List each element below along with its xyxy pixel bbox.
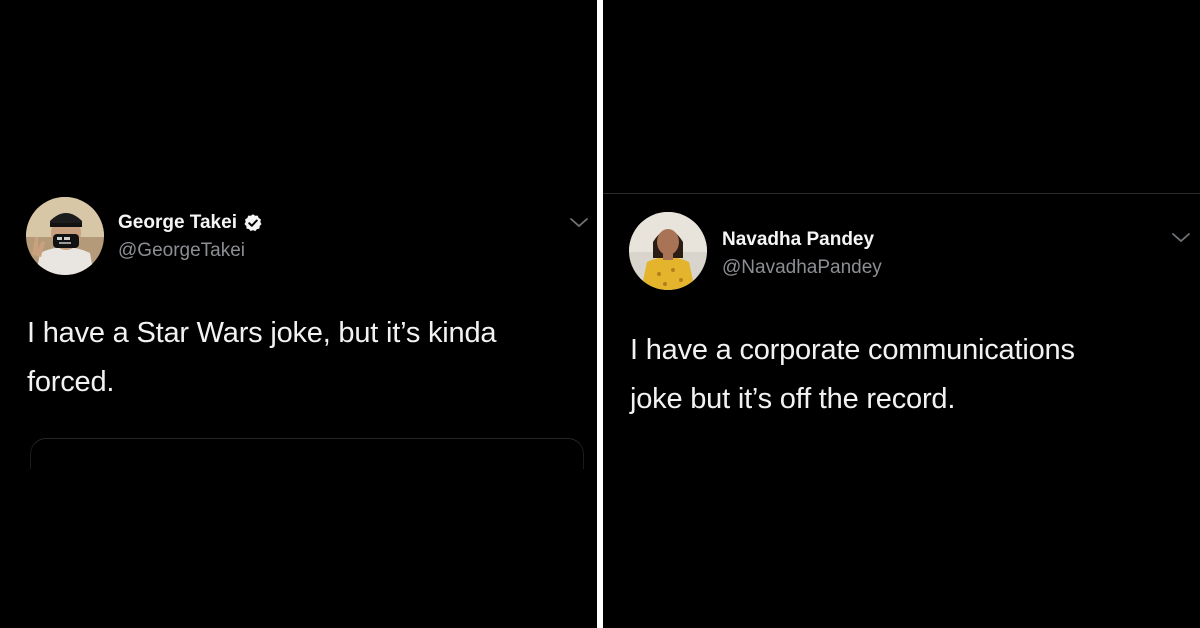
display-name-text[interactable]: Navadha Pandey bbox=[722, 229, 874, 251]
display-name[interactable]: George Takei bbox=[118, 212, 263, 234]
user-handle[interactable]: @GeorgeTakei bbox=[118, 240, 245, 262]
avatar[interactable] bbox=[26, 197, 104, 275]
tweet-text-line: I have a corporate communications bbox=[630, 334, 1075, 366]
display-name-text[interactable]: George Takei bbox=[118, 212, 237, 234]
tweet-panel-right: Navadha Pandey @NavadhaPandey I have a c… bbox=[603, 0, 1200, 628]
avatar-man-with-mask-icon bbox=[26, 197, 104, 275]
tweet-text: I have a Star Wars joke, but it’s kinda … bbox=[27, 309, 497, 407]
chevron-down-icon[interactable] bbox=[1170, 231, 1192, 245]
tweet-text: I have a corporate communications joke b… bbox=[630, 326, 1075, 424]
tweet-text-line: forced. bbox=[27, 366, 115, 398]
verified-badge-icon bbox=[244, 214, 262, 232]
chevron-down-icon[interactable] bbox=[568, 216, 590, 230]
separator-line bbox=[603, 193, 1200, 194]
user-handle[interactable]: @NavadhaPandey bbox=[722, 257, 882, 279]
tweet-panel-left: George Takei @GeorgeTakei I have a Star … bbox=[0, 0, 597, 628]
display-name[interactable]: Navadha Pandey bbox=[722, 229, 874, 251]
tweet-text-line: I have a Star Wars joke, but it’s kinda bbox=[27, 317, 497, 349]
avatar-woman-yellow-dress-icon bbox=[629, 212, 707, 290]
tweet-text-line: joke but it’s off the record. bbox=[630, 383, 956, 415]
avatar[interactable] bbox=[629, 212, 707, 290]
media-card-edge bbox=[30, 438, 584, 469]
